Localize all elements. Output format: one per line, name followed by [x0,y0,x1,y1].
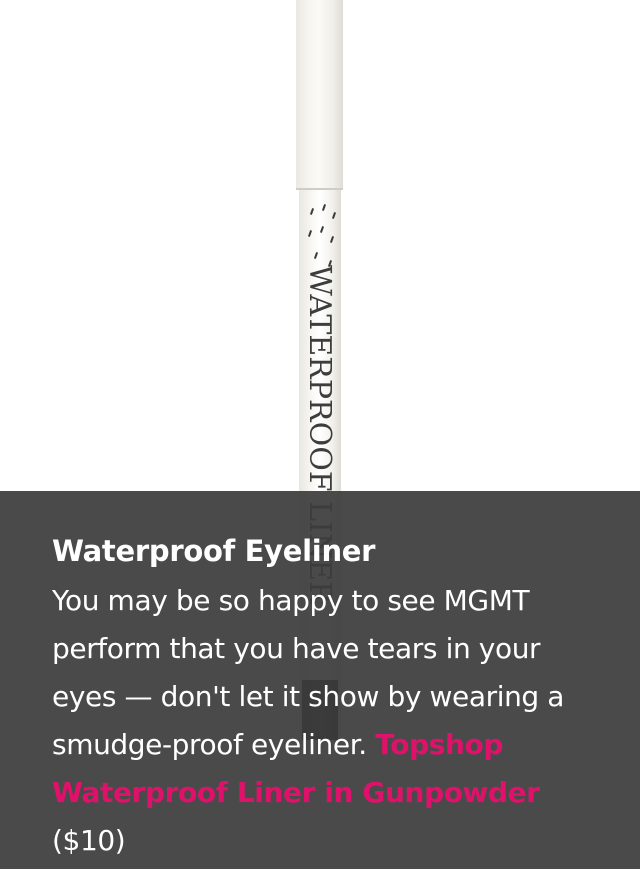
pencil-dot [309,207,315,216]
pencil-dot [331,211,337,220]
caption-title: Waterproof Eyeliner [52,534,376,568]
pencil-dot [307,229,313,238]
caption-panel: Waterproof Eyeliner You may be so happy … [0,491,640,869]
pencil-dot [313,251,319,260]
pencil-dot [319,225,325,234]
pencil-dot [329,235,335,244]
pencil-cap [296,0,343,190]
caption-body: You may be so happy to see MGMT perform … [52,577,592,865]
product-price: ($10) [52,824,126,857]
slide-view: WATERPROOF LINER Waterproof Eyeliner You… [0,0,640,869]
pencil-dot [321,203,327,212]
